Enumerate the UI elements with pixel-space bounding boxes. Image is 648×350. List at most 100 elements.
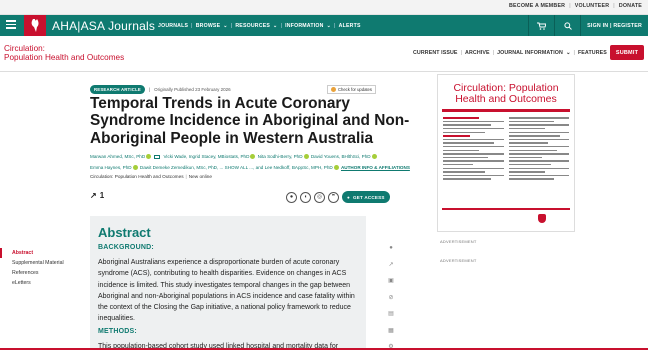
share-icon[interactable]: ◎ <box>314 191 325 203</box>
utility-separator: | <box>569 3 571 9</box>
crossmark-icon <box>331 87 336 92</box>
journal-citation: Circulation: Population Health and Outco… <box>90 174 212 179</box>
hamburger-menu-icon[interactable] <box>4 18 18 32</box>
archive-link[interactable]: ARCHIVE <box>465 50 490 56</box>
chevron-down-icon: ⌄ <box>565 50 571 56</box>
author-link[interactable]: Vicki Wade, Ingrid Stacey, MBiostats, Ph… <box>163 154 249 159</box>
search-icon <box>564 21 572 30</box>
nav-menu: JOURNALS | BROWSE ⌄ | RESOURCES ⌄ | INFO… <box>158 23 361 29</box>
journal-name-line2: Population Health and Outcomes <box>4 53 125 63</box>
search-button[interactable] <box>554 15 580 36</box>
journal-menu-separator: | <box>492 50 495 56</box>
metrics-icon[interactable]: ↗ <box>388 261 393 269</box>
section-nav-references[interactable]: References <box>0 268 80 278</box>
permissions-icon[interactable]: ● <box>286 191 297 203</box>
check-for-updates-label: Check for updates <box>338 87 372 92</box>
chevron-down-icon: ⌄ <box>326 23 332 29</box>
volunteer-link[interactable]: VOLUNTEER <box>575 3 609 9</box>
submit-button[interactable]: SUBMIT <box>610 45 644 60</box>
email-icon[interactable] <box>154 154 161 159</box>
methods-heading: METHODS: <box>98 327 137 335</box>
lock-icon[interactable]: ▣ <box>388 277 394 285</box>
journal-menu-separator: | <box>460 50 463 56</box>
orcid-icon[interactable] <box>146 154 152 160</box>
current-issue-link[interactable]: CURRENT ISSUE <box>413 50 458 56</box>
citation-separator: | <box>185 174 187 179</box>
author-link[interactable]: Nita Sodhi-Berry, PhD <box>258 154 303 159</box>
journal-menu-separator: | <box>573 50 575 56</box>
orcid-icon[interactable] <box>333 164 339 170</box>
aha-heart-logo-icon <box>538 214 546 223</box>
nav-information[interactable]: INFORMATION <box>285 23 323 29</box>
link-icon[interactable]: ⊘ <box>388 294 393 302</box>
tables-icon[interactable]: ▦ <box>388 327 394 335</box>
cover-contents <box>443 115 569 182</box>
article-meta: RESEARCH ARTICLE | Originally Published … <box>90 85 231 94</box>
lock-icon: ● <box>347 194 350 200</box>
aha-logo[interactable] <box>24 15 46 36</box>
article-metrics[interactable]: ↗ 1 <box>90 191 104 200</box>
nav-journals[interactable]: JOURNALS <box>158 23 188 29</box>
cover-title: Circulation: Population Health and Outco… <box>453 82 559 105</box>
utility-bar: BECOME A MEMBER | VOLUNTEER | DONATE <box>0 0 648 15</box>
orcid-icon[interactable] <box>303 154 309 160</box>
author-info-affiliations-link[interactable]: AUTHOR INFO & AFFILIATIONS <box>341 165 410 170</box>
journal-menu: CURRENT ISSUE | ARCHIVE | JOURNAL INFORM… <box>413 50 614 56</box>
author-link[interactable]: Emma Haynes, PhD <box>90 165 132 170</box>
trend-arrow-icon: ↗ <box>90 191 97 200</box>
cite-icon[interactable]: ❞ <box>328 191 339 203</box>
orcid-icon[interactable] <box>250 154 256 160</box>
orcid-icon[interactable] <box>132 164 138 170</box>
nav-resources[interactable]: RESOURCES <box>235 23 270 29</box>
journal-header: Circulation: Population Health and Outco… <box>0 36 648 72</box>
advertisement-label: ADVERTISEMENT <box>440 258 477 263</box>
sign-in-register-link[interactable]: SIGN IN | REGISTER <box>580 15 648 36</box>
get-access-label: GET ACCESS <box>352 194 385 200</box>
journal-citation-name[interactable]: Circulation: Population Health and Outco… <box>90 174 184 179</box>
nav-separator: | <box>230 23 233 29</box>
author-list: Marwan Ahmed, MSc, PhD Vicki Wade, Ingri… <box>90 152 410 173</box>
cover-footer <box>442 208 570 228</box>
author-link[interactable]: Marwan Ahmed, MSc, PhD <box>90 154 145 159</box>
publication-date: Originally Published 23 February 2026 <box>154 87 231 92</box>
article-title: Temporal Trends in Acute Coronary Syndro… <box>90 95 410 147</box>
author-link[interactable]: ..., and Lee Nedkoff, BAppSc, MPH, PhD <box>249 165 332 170</box>
nav-right: SIGN IN | REGISTER <box>528 15 648 36</box>
show-all-authors-link[interactable]: SHOW ALL <box>225 165 248 170</box>
nav-separator: | <box>191 23 193 29</box>
become-member-link[interactable]: BECOME A MEMBER <box>509 3 565 9</box>
utility-separator: | <box>613 3 615 9</box>
cover-divider <box>442 109 570 112</box>
chevron-down-icon: ⌄ <box>223 23 228 29</box>
donate-link[interactable]: DONATE <box>619 3 642 9</box>
meta-separator: | <box>148 87 151 92</box>
article-type-badge: RESEARCH ARTICLE <box>90 85 145 94</box>
author-link[interactable]: David Youens, BHlthSci, PhD <box>311 154 371 159</box>
figures-icon[interactable]: ▤ <box>388 310 394 318</box>
nav-separator: | <box>334 23 336 29</box>
aha-torch-icon <box>31 19 39 32</box>
nav-alerts[interactable]: ALERTS <box>339 23 361 29</box>
section-nav-abstract[interactable]: Abstract <box>0 248 80 258</box>
orcid-icon[interactable] <box>371 154 377 160</box>
check-for-updates-button[interactable]: Check for updates <box>327 85 376 94</box>
advertisement-label: ADVERTISEMENT <box>440 239 477 244</box>
utility-links: BECOME A MEMBER | VOLUNTEER | DONATE <box>509 3 642 9</box>
journal-name[interactable]: Circulation: Population Health and Outco… <box>4 44 124 63</box>
section-nav-supplemental[interactable]: Supplemental Material <box>0 258 80 268</box>
journal-cover[interactable]: Circulation: Population Health and Outco… <box>437 74 575 232</box>
main-nav: AHA|ASA Journals JOURNALS | BROWSE ⌄ | R… <box>0 15 648 36</box>
cart-button[interactable] <box>528 15 554 36</box>
info-icon[interactable]: ● <box>389 244 393 252</box>
bookmark-icon[interactable]: ◖ <box>300 191 311 203</box>
metric-count: 1 <box>99 191 105 200</box>
abstract-heading: Abstract <box>98 225 151 240</box>
get-access-button[interactable]: ● GET ACCESS <box>342 191 390 203</box>
author-link[interactable]: Dawit Demeke Zemedikun, MSc, PhD, ... <box>140 165 223 170</box>
section-nav-eletters[interactable]: eLetters <box>0 278 80 288</box>
journal-information-link[interactable]: JOURNAL INFORMATION <box>497 50 563 56</box>
nav-browse[interactable]: BROWSE <box>196 23 221 29</box>
chevron-down-icon: ⌄ <box>273 23 278 29</box>
features-link[interactable]: FEATURES <box>578 50 607 56</box>
site-brand[interactable]: AHA|ASA Journals <box>52 19 155 33</box>
